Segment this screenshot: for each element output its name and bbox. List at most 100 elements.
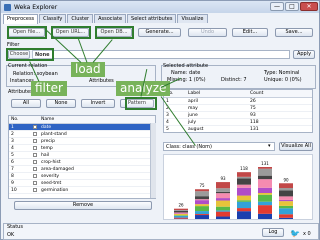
histogram-bar-segment [195,206,209,212]
histogram-bar-segment [258,175,272,180]
attribute-name: date [41,125,52,130]
histogram-bar-segment [195,191,209,197]
tab-visualize[interactable]: Visualize [177,14,208,23]
table-row[interactable]: 6 crop-hist [9,159,155,166]
table-row[interactable]: 1 date [9,124,155,131]
annotation-box-open-file [7,26,47,39]
close-button[interactable]: ✕ [300,2,318,11]
table-row: 2 may 75 [164,105,312,112]
histogram-bar-segment [195,215,209,219]
table-row: 4 july 118 [164,119,312,126]
class-select[interactable]: Class: class (Nom) ▾ [163,142,275,151]
invert-selection-button[interactable]: Invert [81,99,115,108]
histogram-bar-segment [195,189,209,192]
class-histogram: 26 75 93 118 131 90 [174,161,293,219]
histogram-bar-segment [174,217,188,219]
attributes-table: No. Name 1 date 2 plant-stand 3 precip 4 temp 5 h… [8,115,156,199]
attribute-name: area-damaged [41,167,74,172]
histogram-bar-segment [174,210,188,213]
attribute-checkbox[interactable] [33,125,37,129]
histogram-area: 26 75 93 118 131 90 [163,154,313,220]
apply-filter-button[interactable]: Apply [293,50,315,59]
attribute-name: precip [41,139,55,144]
histogram-bar-segment [216,188,230,192]
attribute-no: 1 [11,125,14,130]
table-row[interactable]: 7 area-damaged [9,166,155,173]
attributes-scrollbar[interactable] [150,123,156,198]
attribute-checkbox[interactable] [33,167,37,171]
histogram-bar-segment [237,176,251,179]
select-none-button[interactable]: None [46,99,76,108]
visualize-all-button[interactable]: Visualize All [279,142,313,151]
col-count: Count [250,91,264,96]
table-row[interactable]: 4 temp [9,145,155,152]
selected-attribute-unique: Unique: 0 (0%) [264,77,302,83]
histogram-bar-segment [258,194,272,202]
log-button[interactable]: Log [262,228,284,237]
value-count: 118 [250,120,259,125]
tab-cluster[interactable]: Cluster [67,14,94,23]
table-row[interactable]: 3 precip [9,138,155,145]
value-no: 1 [166,99,169,104]
attribute-checkbox[interactable] [33,153,37,157]
chevron-down-icon: ▾ [268,143,271,149]
attributes-table-header: No. Name [9,116,155,124]
attribute-name: hail [41,153,50,158]
attribute-checkbox[interactable] [33,181,37,185]
attribute-checkbox[interactable] [33,146,37,150]
maximize-button[interactable]: □ [285,2,299,11]
histogram-bar-segment [258,205,272,214]
attribute-checkbox[interactable] [33,139,37,143]
table-row[interactable]: 9 seed-tmt [9,180,155,187]
histogram-bar-segment [279,190,293,197]
value-label: august [188,127,204,132]
undo-button[interactable]: Undo [188,28,227,37]
attribute-checkbox[interactable] [33,174,37,178]
tab-associate[interactable]: Associate [94,14,127,23]
tab-select-attributes[interactable]: Select attributes [127,14,177,23]
histogram-bar-segment [174,215,188,218]
histogram-bar-segment [216,200,230,207]
edit-button[interactable]: Edit... [232,28,268,37]
value-count: 131 [250,127,259,132]
histogram-bar-segment [216,216,230,219]
histogram-bar-segment [195,204,209,207]
histogram-bar-segment [174,210,188,211]
attribute-no: 3 [11,139,14,144]
histogram-bar-segment [258,213,272,219]
attribute-no: 10 [11,188,17,193]
table-row: 1 april 26 [164,98,312,105]
table-row[interactable]: 5 hail [9,152,155,159]
status-xcount: x 0 [303,231,311,237]
save-button[interactable]: Save... [275,28,313,37]
attribute-no: 4 [11,146,14,151]
table-row[interactable]: 8 severity [9,173,155,180]
histogram-bar-segment [174,208,188,211]
col-label: Label [188,91,201,96]
value-label: july [188,120,197,125]
tab-preprocess[interactable]: Preprocess [3,14,39,24]
col-no: No. [11,117,19,122]
histogram-bar-segment [279,183,293,189]
histogram-bar-segment [237,195,251,201]
attribute-checkbox[interactable] [33,160,37,164]
attributes-count-label: Attributes [89,78,114,84]
histogram-bar-segment [237,172,251,177]
tab-classify[interactable]: Classify [39,14,67,23]
table-row[interactable]: 2 plant-stand [9,131,155,138]
histogram-bar-segment [279,205,293,209]
histogram-bar-segment [174,212,188,214]
table-row[interactable]: 10 germination [9,187,155,194]
select-all-button[interactable]: All [11,99,41,108]
value-label: may [188,106,198,111]
value-label: april [188,99,198,104]
generate-button[interactable]: Generate... [138,28,181,37]
value-count: 75 [250,106,256,111]
attribute-checkbox[interactable] [33,188,37,192]
attribute-checkbox[interactable] [33,132,37,136]
remove-attributes-button[interactable]: Remove [14,201,152,210]
minimize-button[interactable]: — [270,2,284,11]
histogram-bar-segment [237,200,251,202]
values-table: No. Label Count 1april262may753june934ju… [163,89,313,133]
histogram-bar-segment [237,187,251,196]
